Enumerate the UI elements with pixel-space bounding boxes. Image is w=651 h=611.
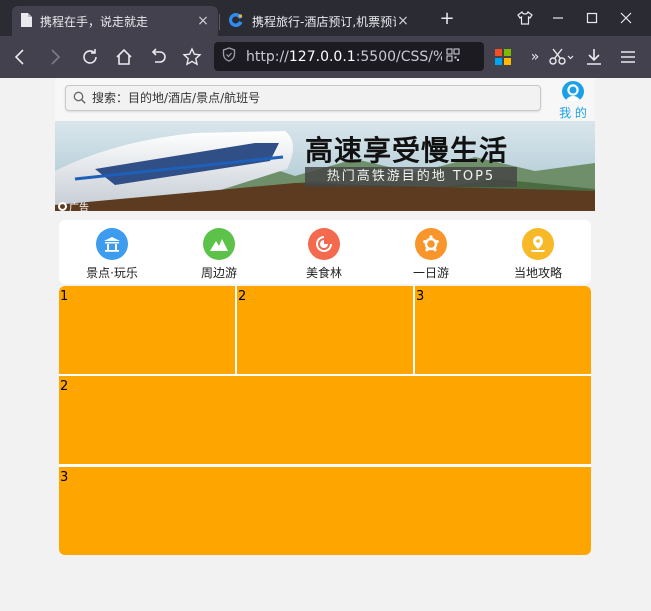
apps-grid-icon[interactable] bbox=[492, 46, 514, 68]
undo-icon[interactable] bbox=[147, 46, 169, 68]
tab-close-icon[interactable]: × bbox=[396, 13, 410, 29]
address-bar[interactable]: http://127.0.0.1:5500/CSS/%E6 bbox=[214, 42, 484, 71]
grid-cell-r1c3: 3 bbox=[415, 286, 591, 374]
sun-icon bbox=[415, 228, 447, 260]
nav-item-label: 当地攻略 bbox=[513, 266, 562, 280]
page-header: 我 的 bbox=[55, 78, 595, 121]
nav-item-label: 景点·玩乐 bbox=[86, 266, 138, 280]
search-input[interactable] bbox=[92, 91, 522, 105]
qr-code-icon[interactable] bbox=[446, 47, 460, 66]
back-icon[interactable] bbox=[9, 46, 31, 68]
banner-subtitle: 热门高铁游目的地 TOP5 bbox=[305, 167, 517, 187]
nav-item-label: 周边游 bbox=[200, 266, 237, 280]
nav-item-local-guide[interactable]: 当地攻略 bbox=[498, 228, 578, 281]
nav-item-day-tour[interactable]: 一日游 bbox=[391, 228, 471, 281]
banner-title: 高速享受慢生活 bbox=[305, 134, 509, 167]
search-box[interactable] bbox=[65, 85, 541, 111]
shield-icon[interactable] bbox=[222, 47, 236, 66]
grid-cell-r3: 3 bbox=[59, 467, 591, 555]
new-tab-button[interactable]: + bbox=[437, 8, 457, 30]
forward-icon[interactable] bbox=[44, 46, 66, 68]
more-extensions-icon[interactable]: » bbox=[524, 46, 546, 68]
map-pin-icon bbox=[522, 228, 554, 260]
page-content: 我 的 高速享受慢生活 热门高铁游目的地 TOP5 bbox=[0, 78, 651, 611]
shirt-icon[interactable] bbox=[514, 8, 536, 28]
my-label: 我 的 bbox=[559, 106, 587, 120]
tab-active[interactable]: 携程在手，说走就走 × bbox=[12, 6, 218, 36]
grid-cell-r2: 2 bbox=[59, 376, 591, 464]
document-icon bbox=[20, 12, 32, 30]
ctrip-logo-icon bbox=[228, 12, 244, 31]
nav-item-label: 美食林 bbox=[305, 266, 342, 280]
flex-grid: 1 2 3 2 3 bbox=[59, 286, 591, 555]
minimize-icon[interactable] bbox=[547, 8, 569, 28]
food-icon bbox=[308, 228, 340, 260]
browser-toolbar: http://127.0.0.1:5500/CSS/%E6 » bbox=[0, 36, 651, 78]
landmark-icon bbox=[96, 228, 128, 260]
tab-title: 携程旅行-酒店预订,机票预订 bbox=[252, 14, 396, 29]
nav-item-nearby-tours[interactable]: 周边游 bbox=[179, 228, 259, 281]
tab-inactive[interactable]: 携程旅行-酒店预订,机票预订 × bbox=[220, 6, 418, 36]
nav-item-food[interactable]: 美食林 bbox=[284, 228, 364, 281]
maximize-icon[interactable] bbox=[581, 8, 603, 28]
ad-banner[interactable]: 高速享受慢生活 热门高铁游目的地 TOP5 广告 bbox=[55, 121, 595, 211]
bookmark-star-icon[interactable] bbox=[181, 46, 203, 68]
reload-icon[interactable] bbox=[79, 46, 101, 68]
home-icon[interactable] bbox=[113, 46, 135, 68]
mountain-icon bbox=[203, 228, 235, 260]
close-window-icon[interactable] bbox=[615, 8, 637, 28]
user-avatar-icon bbox=[562, 81, 584, 102]
scissors-icon[interactable] bbox=[546, 46, 576, 68]
nav-item-attractions[interactable]: 景点·玩乐 bbox=[72, 228, 152, 281]
my-account-link[interactable]: 我 的 bbox=[558, 81, 588, 121]
browser-tab-bar: 携程在手，说走就走 × 携程旅行-酒店预订,机票预订 × + bbox=[0, 0, 651, 36]
grid-cell-r1c1: 1 bbox=[59, 286, 235, 374]
tab-close-icon[interactable]: × bbox=[196, 13, 210, 29]
ad-label: 广告 bbox=[58, 199, 89, 211]
category-nav: 景点·玩乐 周边游 美食林 一日游 当地攻略 bbox=[59, 220, 591, 284]
url-text[interactable]: http://127.0.0.1:5500/CSS/%E6 bbox=[246, 49, 442, 65]
tab-title: 携程在手，说走就走 bbox=[40, 14, 149, 29]
grid-cell-r1c2: 2 bbox=[237, 286, 413, 374]
menu-icon[interactable] bbox=[617, 46, 639, 68]
ad-icon bbox=[58, 202, 67, 211]
nav-item-label: 一日游 bbox=[412, 266, 449, 280]
search-icon bbox=[73, 89, 86, 108]
download-icon[interactable] bbox=[583, 46, 605, 68]
